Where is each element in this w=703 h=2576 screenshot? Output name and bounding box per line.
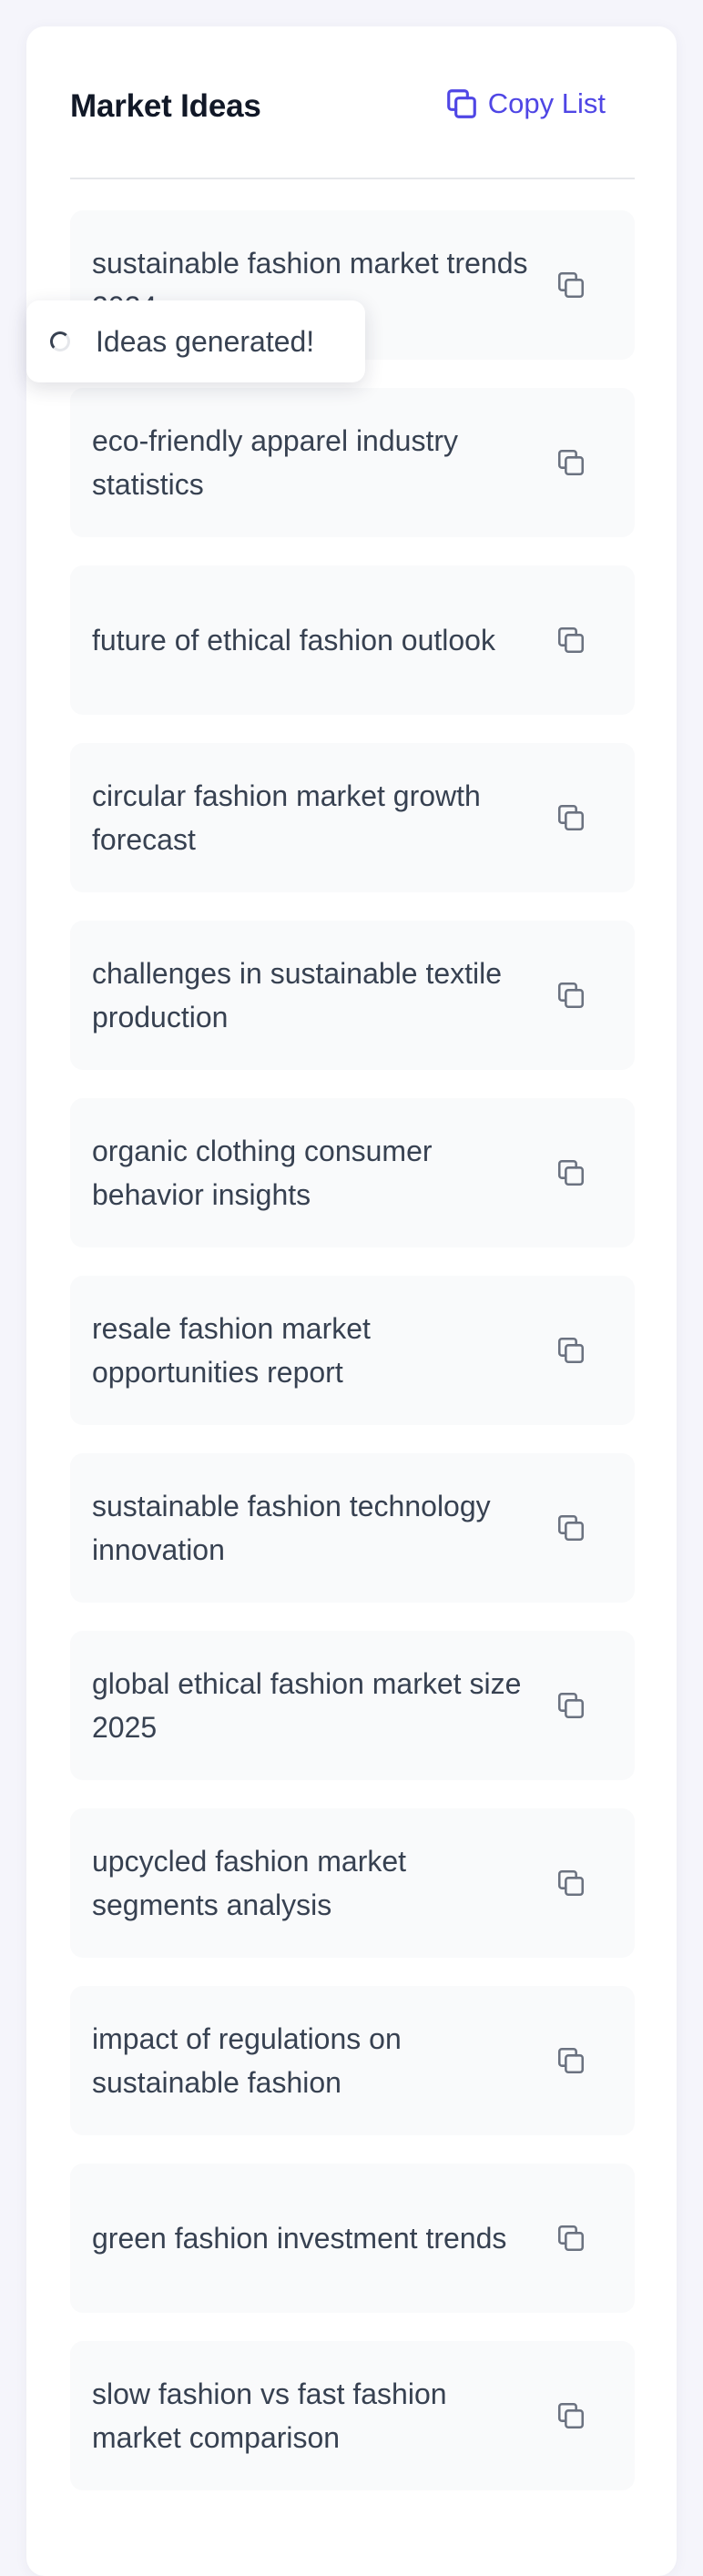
spinner-icon — [50, 331, 70, 351]
idea-text: future of ethical fashion outlook — [92, 624, 495, 657]
copy-list-label: Copy List — [487, 87, 606, 119]
ideas-list: sustainable fashion market trends 2024ec… — [70, 210, 635, 2519]
idea-item: future of ethical fashion outlook — [70, 565, 635, 715]
copy-idea-button[interactable] — [553, 1155, 589, 1191]
copy-icon — [555, 2400, 586, 2431]
copy-idea-button[interactable] — [553, 2042, 589, 2079]
idea-text: impact of regulations on sustainable fas… — [92, 2022, 402, 2099]
copy-icon — [555, 625, 586, 656]
copy-idea-button[interactable] — [553, 977, 589, 1013]
copy-idea-button[interactable] — [553, 799, 589, 836]
idea-item: slow fashion vs fast fashion market comp… — [70, 2341, 635, 2490]
copy-idea-button[interactable] — [553, 444, 589, 481]
copy-icon — [555, 802, 586, 833]
copy-idea-button[interactable] — [553, 1687, 589, 1724]
idea-item: eco-friendly apparel industry statistics — [70, 388, 635, 537]
idea-text: slow fashion vs fast fashion market comp… — [92, 2377, 447, 2454]
idea-item: sustainable fashion technology innovatio… — [70, 1453, 635, 1603]
idea-item: challenges in sustainable textile produc… — [70, 921, 635, 1070]
idea-item: organic clothing consumer behavior insig… — [70, 1098, 635, 1247]
copy-icon — [555, 1868, 586, 1899]
copy-icon — [555, 1512, 586, 1543]
copy-icon — [555, 1157, 586, 1188]
idea-item: global ethical fashion market size 2025 — [70, 1631, 635, 1780]
idea-text: resale fashion market opportunities repo… — [92, 1312, 371, 1389]
copy-list-button[interactable]: Copy List — [444, 87, 606, 121]
idea-item: impact of regulations on sustainable fas… — [70, 1986, 635, 2135]
idea-text: organic clothing consumer behavior insig… — [92, 1135, 433, 1211]
toast-notification: Ideas generated! — [26, 300, 365, 382]
copy-idea-button[interactable] — [553, 2220, 589, 2256]
copy-idea-button[interactable] — [553, 622, 589, 658]
idea-text: global ethical fashion market size 2025 — [92, 1667, 522, 1744]
card-header: Market Ideas Copy List — [70, 26, 635, 179]
idea-item: circular fashion market growth forecast — [70, 743, 635, 892]
toast-message: Ideas generated! — [96, 324, 315, 358]
copy-idea-button[interactable] — [553, 1510, 589, 1546]
idea-item: resale fashion market opportunities repo… — [70, 1276, 635, 1425]
copy-icon — [555, 2045, 586, 2076]
idea-text: eco-friendly apparel industry statistics — [92, 424, 458, 501]
copy-idea-button[interactable] — [553, 267, 589, 303]
idea-text: circular fashion market growth forecast — [92, 779, 481, 856]
idea-text: green fashion investment trends — [92, 2222, 507, 2255]
market-ideas-card: Market Ideas Copy List sustainable fashi… — [26, 26, 677, 2576]
idea-text: sustainable fashion technology innovatio… — [92, 1490, 491, 1566]
idea-item: upcycled fashion market segments analysi… — [70, 1808, 635, 1958]
idea-item: green fashion investment trends — [70, 2164, 635, 2313]
copy-icon — [444, 87, 479, 121]
copy-icon — [555, 980, 586, 1011]
copy-icon — [555, 1690, 586, 1721]
copy-icon — [555, 1335, 586, 1366]
copy-icon — [555, 270, 586, 300]
idea-text: challenges in sustainable textile produc… — [92, 957, 503, 1033]
copy-icon — [555, 2223, 586, 2254]
copy-icon — [555, 447, 586, 478]
page-title: Market Ideas — [70, 88, 261, 124]
copy-idea-button[interactable] — [553, 1865, 589, 1901]
idea-text: upcycled fashion market segments analysi… — [92, 1845, 407, 1921]
copy-idea-button[interactable] — [553, 1332, 589, 1369]
copy-idea-button[interactable] — [553, 2398, 589, 2434]
